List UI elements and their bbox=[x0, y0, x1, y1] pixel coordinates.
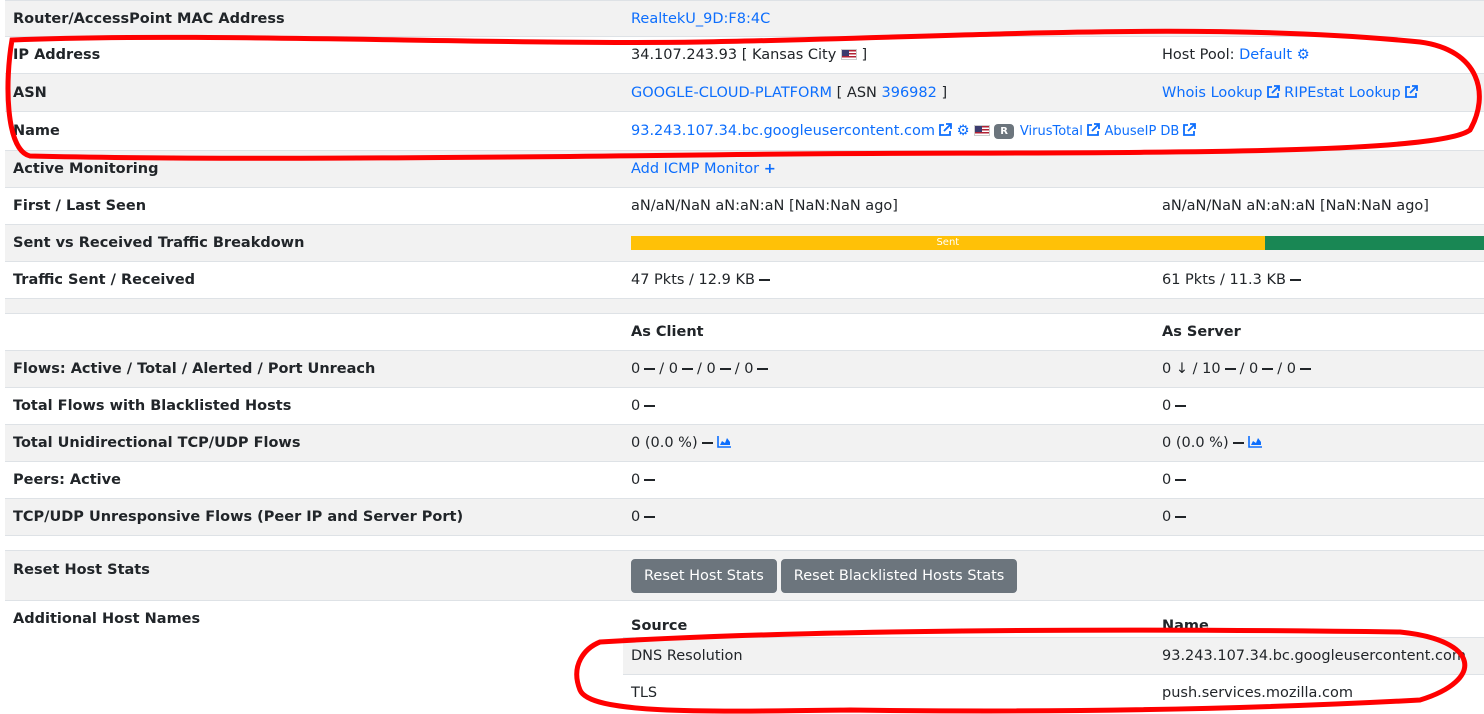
row-mac: Router/AccessPoint MAC Address RealtekU_… bbox=[5, 0, 1484, 37]
row-unresponsive: TCP/UDP Unresponsive Flows (Peer IP and … bbox=[5, 498, 1484, 536]
row-peers: Peers: Active 0 0 bbox=[5, 461, 1484, 499]
peers-client: 0 bbox=[631, 472, 641, 488]
unidir-client: 0 (0.0 %) bbox=[631, 435, 698, 451]
hostname-value: 93.243.107.34.bc.googleusercontent.com bbox=[1154, 637, 1484, 675]
row-traffic: Traffic Sent / Received 47 Pkts / 12.9 K… bbox=[5, 261, 1484, 299]
peers-label: Peers: Active bbox=[5, 461, 623, 499]
row-name: Name 93.243.107.34.bc.googleusercontent.… bbox=[5, 111, 1484, 151]
peers-server: 0 bbox=[1162, 472, 1172, 488]
us-flag-icon bbox=[840, 49, 857, 60]
minus-icon bbox=[758, 279, 770, 281]
ripestat-link[interactable]: RIPEstat Lookup bbox=[1284, 85, 1401, 101]
us-flag-icon bbox=[974, 125, 991, 136]
traffic-sent: 47 Pkts / 12.9 KB bbox=[631, 272, 755, 288]
asn-number-link[interactable]: 396982 bbox=[882, 85, 937, 101]
seen-label: First / Last Seen bbox=[5, 187, 623, 225]
row-col-header: As Client As Server bbox=[5, 313, 1484, 351]
plus-icon[interactable]: + bbox=[764, 161, 776, 177]
remote-badge: R bbox=[994, 124, 1014, 139]
hostname-link[interactable]: 93.243.107.34.bc.googleusercontent.com bbox=[631, 123, 935, 139]
chart-area-icon[interactable] bbox=[1247, 435, 1263, 448]
hostname-source: TLS bbox=[623, 674, 1154, 712]
row-seen: First / Last Seen aN/aN/NaN aN:aN:aN [Na… bbox=[5, 187, 1484, 225]
asn-close: ] bbox=[941, 84, 948, 101]
whois-link[interactable]: Whois Lookup bbox=[1162, 85, 1263, 101]
row-unidirectional: Total Unidirectional TCP/UDP Flows 0 (0.… bbox=[5, 424, 1484, 462]
reset-label: Reset Host Stats bbox=[5, 550, 623, 601]
ip-value: 34.107.243.93 [ Kansas City bbox=[631, 47, 837, 63]
ip-close: ] bbox=[861, 47, 868, 63]
as-client-header: As Client bbox=[623, 313, 1154, 351]
reset-host-stats-button[interactable]: Reset Host Stats bbox=[631, 558, 777, 593]
flows-client: 0/ 0/ 0/ 0 bbox=[623, 350, 1154, 388]
row-additional-header: Additional Host Names Source Name bbox=[5, 600, 1484, 712]
unidirectional-label: Total Unidirectional TCP/UDP Flows bbox=[5, 424, 623, 462]
row-asn: ASN GOOGLE-CLOUD-PLATFORM [ ASN 396982 ]… bbox=[5, 73, 1484, 112]
blacklisted-server: 0 bbox=[1162, 398, 1172, 414]
external-link-icon bbox=[1183, 123, 1197, 136]
external-link-icon bbox=[1266, 84, 1280, 98]
blacklisted-label: Total Flows with Blacklisted Hosts bbox=[5, 387, 623, 425]
host-details-table: Router/AccessPoint MAC Address RealtekU_… bbox=[5, 0, 1484, 712]
received-bar bbox=[1264, 236, 1484, 250]
unresp-client: 0 bbox=[631, 509, 641, 525]
add-icmp-monitor-link[interactable]: Add ICMP Monitor bbox=[631, 161, 759, 177]
reset-blacklisted-button[interactable]: Reset Blacklisted Hosts Stats bbox=[780, 558, 1018, 593]
unidir-server: 0 (0.0 %) bbox=[1162, 435, 1229, 451]
external-link-icon bbox=[1404, 84, 1418, 98]
hostname-value: push.services.mozilla.com bbox=[1154, 674, 1484, 712]
gear-icon[interactable]: ⚙ bbox=[1297, 47, 1310, 63]
name-header: Name bbox=[1154, 600, 1484, 638]
arrow-down-icon: ↓ bbox=[1175, 361, 1188, 377]
abuseipdb-link[interactable]: AbuseIP DB bbox=[1104, 124, 1179, 139]
mac-link[interactable]: RealtekU_9D:F8:4C bbox=[631, 11, 770, 27]
asn-name-link[interactable]: GOOGLE-CLOUD-PLATFORM bbox=[631, 85, 832, 101]
last-seen: aN/aN/NaN aN:aN:aN [NaN:NaN ago] bbox=[1154, 187, 1484, 225]
blacklisted-client: 0 bbox=[631, 398, 641, 414]
unresp-server: 0 bbox=[1162, 509, 1172, 525]
breakdown-label: Sent vs Received Traffic Breakdown bbox=[5, 224, 623, 262]
spacer-row bbox=[5, 298, 1484, 314]
external-link-icon bbox=[1086, 123, 1100, 136]
row-reset: Reset Host Stats Reset Host Stats Reset B… bbox=[5, 550, 1484, 601]
traffic-label: Traffic Sent / Received bbox=[5, 261, 623, 299]
row-blacklisted: Total Flows with Blacklisted Hosts 0 0 bbox=[5, 387, 1484, 425]
external-link-icon[interactable] bbox=[938, 123, 952, 137]
first-seen: aN/aN/NaN aN:aN:aN [NaN:NaN ago] bbox=[623, 187, 1154, 225]
row-ip: IP Address 34.107.243.93 [ Kansas City ]… bbox=[5, 36, 1484, 74]
ip-label: IP Address bbox=[5, 36, 623, 74]
as-server-header: As Server bbox=[1154, 313, 1484, 351]
host-pool-link[interactable]: Default bbox=[1239, 47, 1292, 63]
hostname-source: DNS Resolution bbox=[623, 637, 1154, 675]
monitoring-label: Active Monitoring bbox=[5, 150, 623, 188]
gear-icon[interactable]: ⚙ bbox=[957, 123, 970, 139]
spacer-row bbox=[5, 535, 1484, 551]
sent-bar: Sent bbox=[631, 236, 1265, 250]
flows-label: Flows: Active / Total / Alerted / Port U… bbox=[5, 350, 623, 388]
chart-area-icon[interactable] bbox=[716, 435, 732, 448]
source-header: Source bbox=[623, 600, 1154, 638]
additional-label: Additional Host Names bbox=[5, 600, 623, 712]
traffic-breakdown-bar: Sent bbox=[631, 236, 1484, 250]
row-flows: Flows: Active / Total / Alerted / Port U… bbox=[5, 350, 1484, 388]
row-breakdown: Sent vs Received Traffic Breakdown Sent bbox=[5, 224, 1484, 262]
mac-label: Router/AccessPoint MAC Address bbox=[5, 0, 623, 37]
unresponsive-label: TCP/UDP Unresponsive Flows (Peer IP and … bbox=[5, 498, 623, 536]
row-monitoring: Active Monitoring Add ICMP Monitor + bbox=[5, 150, 1484, 188]
minus-icon bbox=[1289, 279, 1301, 281]
asn-mid: [ ASN bbox=[836, 84, 882, 101]
virustotal-link[interactable]: VirusTotal bbox=[1020, 124, 1083, 139]
asn-label: ASN bbox=[5, 73, 623, 112]
name-label: Name bbox=[5, 111, 623, 151]
traffic-received: 61 Pkts / 11.3 KB bbox=[1162, 272, 1286, 288]
host-pool-label: Host Pool: bbox=[1162, 47, 1240, 63]
flows-server: 0 ↓ / 10/ 0/ 0 bbox=[1154, 350, 1484, 388]
